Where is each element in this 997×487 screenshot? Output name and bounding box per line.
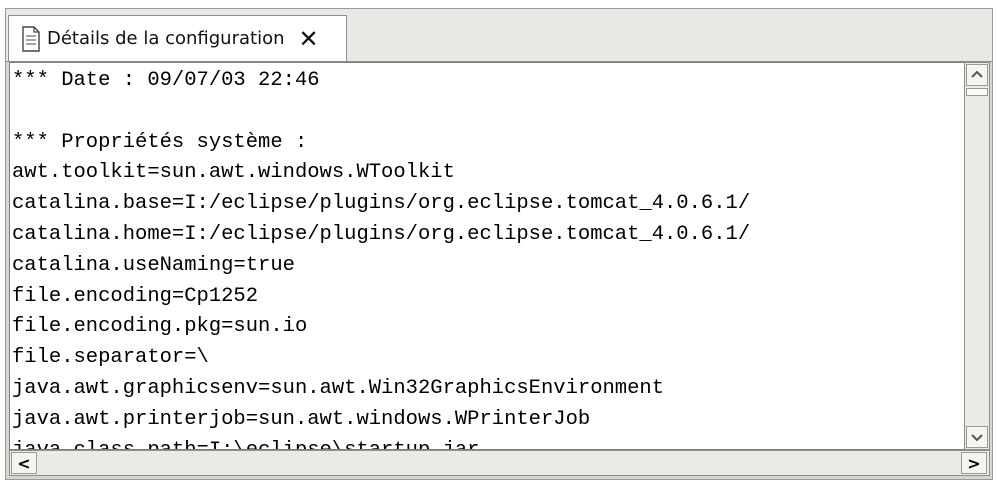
text-line: java.class.path=I:\eclipse\startup.jar	[12, 436, 964, 449]
chevron-down-icon	[971, 434, 983, 442]
tab-configuration-details[interactable]: Détails de la configuration ✕	[8, 15, 347, 61]
text-line: catalina.useNaming=true	[12, 253, 295, 277]
text-line: file.separator=\	[12, 346, 209, 370]
vertical-scroll-thumb[interactable]	[966, 88, 988, 96]
view-panel: Détails de la configuration ✕ *** Date :…	[5, 8, 993, 480]
text-line: catalina.home=I:/eclipse/plugins/org.ecl…	[12, 222, 751, 246]
text-line: file.encoding=Cp1252	[12, 284, 259, 308]
text-line: *** Date : 09/07/03 22:46	[12, 69, 320, 92]
chevron-up-icon	[971, 70, 983, 78]
text-line	[12, 97, 964, 128]
scroll-down-button[interactable]	[966, 426, 988, 448]
text-line: awt.toolkit=sun.awt.windows.WToolkit	[12, 161, 455, 185]
text-line: file.encoding.pkg=sun.io	[12, 315, 308, 339]
text-line: java.awt.graphicsenv=sun.awt.Win32Graphi…	[12, 376, 665, 400]
close-icon[interactable]: ✕	[299, 27, 319, 51]
tab-bar: Détails de la configuration ✕	[6, 9, 992, 62]
scroll-right-button[interactable]: >	[961, 452, 987, 474]
document-icon	[21, 25, 41, 52]
tab-label: Détails de la configuration	[47, 28, 285, 49]
text-line: java.awt.printerjob=sun.awt.windows.WPri…	[12, 407, 591, 431]
text-content: *** Date : 09/07/03 22:46 *** Propriétés …	[12, 66, 964, 449]
text-line: catalina.base=I:/eclipse/plugins/org.ecl…	[12, 192, 751, 216]
vertical-scrollbar[interactable]	[964, 62, 990, 450]
configuration-text-area[interactable]: *** Date : 09/07/03 22:46 *** Propriétés …	[9, 62, 964, 450]
horizontal-scrollbar[interactable]: < >	[9, 450, 990, 476]
text-line: *** Propriétés système :	[12, 130, 308, 154]
scroll-up-button[interactable]	[966, 64, 988, 86]
scroll-left-button[interactable]: <	[11, 452, 37, 474]
